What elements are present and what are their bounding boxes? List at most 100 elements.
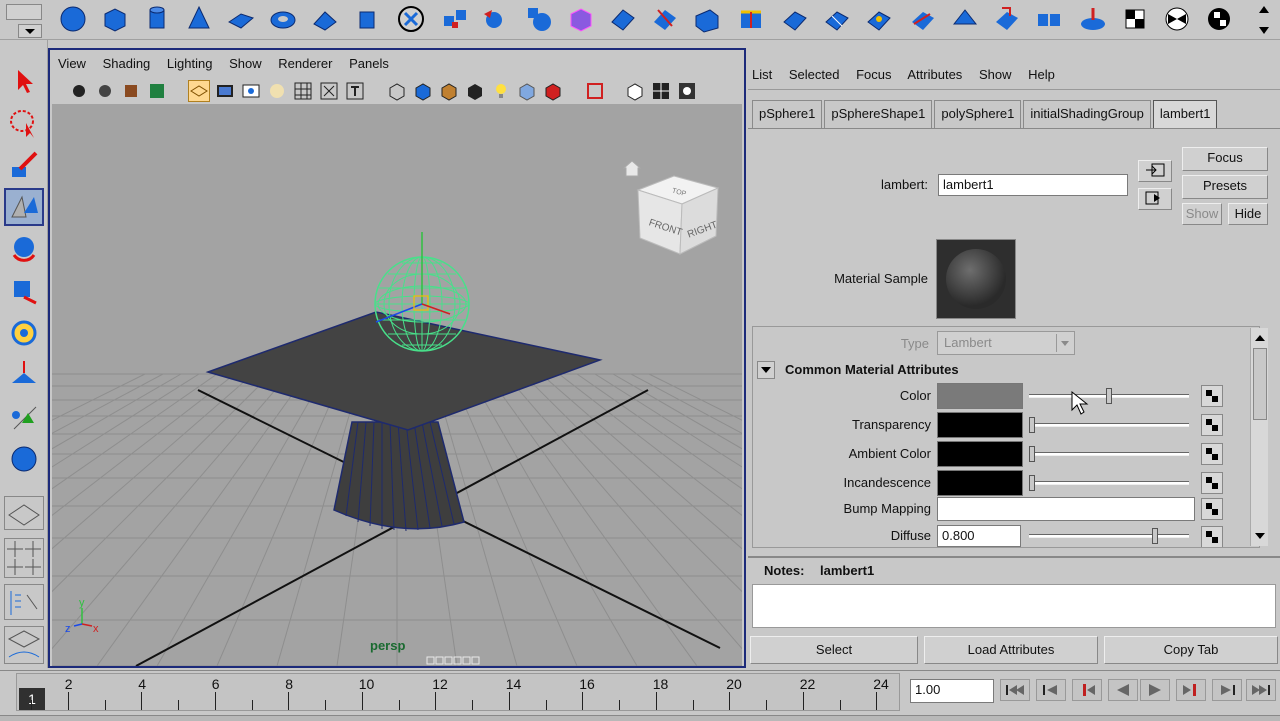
ae-menu-attributes[interactable]: Attributes [907,67,962,82]
ambient-color-slider[interactable] [1029,446,1189,462]
incandescence-map-button-icon[interactable] [1201,472,1223,494]
ae-menu-selected[interactable]: Selected [789,67,840,82]
rotate-tool-icon[interactable] [4,230,44,268]
cone-mesh[interactable] [333,421,465,532]
resolution-gate-icon[interactable] [240,80,262,102]
paint-select-icon[interactable] [4,146,44,184]
xray-icon[interactable] [516,80,538,102]
poly-cylinder-icon[interactable] [140,2,174,36]
tab-lambert1[interactable]: lambert1 [1152,100,1218,128]
sculpt-icon[interactable] [1076,2,1110,36]
viewport-menu-view[interactable]: View [58,56,86,71]
transparency-map-button-icon[interactable] [1201,414,1223,436]
safe-action-icon[interactable] [318,80,340,102]
lighting-default-icon[interactable] [464,80,486,102]
scale-tool-icon[interactable] [4,272,44,310]
incandescence-swatch[interactable] [937,470,1023,496]
poly-torus-icon[interactable] [266,2,300,36]
isolate-select-icon[interactable] [584,80,606,102]
3d-viewport[interactable]: FRONT RIGHT TOP y x z persp [52,104,742,666]
graph-layout-icon[interactable] [4,626,44,664]
notes-textarea[interactable] [752,584,1276,628]
tab-polysphere1[interactable]: polySphere1 [934,100,1022,128]
color-slider-thumb[interactable] [1106,388,1112,404]
four-pane-layout-icon[interactable] [4,538,44,578]
diffuse-map-button-icon[interactable] [1201,526,1223,547]
shelf-tab-button[interactable] [6,4,42,20]
poly-cone-icon[interactable] [182,2,216,36]
transparency-swatch[interactable] [937,412,1023,438]
single-pane-layout-icon[interactable] [4,496,44,530]
smooth-shade-icon[interactable] [412,80,434,102]
lasso-tool-icon[interactable] [4,104,44,142]
scroll-up-icon[interactable] [1251,330,1269,346]
collapse-section-icon[interactable] [757,361,775,379]
diffuse-field[interactable]: 0.800 [937,525,1021,547]
transparency-slider-thumb[interactable] [1029,417,1035,433]
grid-toggle-icon[interactable] [188,80,210,102]
extract-icon[interactable] [522,2,556,36]
go-to-end-icon[interactable] [1246,679,1276,701]
append-polygon-icon[interactable] [862,2,896,36]
soccer-ball-icon[interactable] [394,2,428,36]
select-tool-icon[interactable] [4,62,44,100]
tab-initialshadinggroup[interactable]: initialShadingGroup [1023,100,1151,128]
checker-ball-icon[interactable] [1202,2,1236,36]
viewport-menu-show[interactable]: Show [229,56,262,71]
plane-mesh[interactable] [205,311,603,431]
merge-vertices-icon[interactable] [1032,2,1066,36]
poly-pipe-icon[interactable] [350,2,384,36]
step-forward-frame-icon[interactable] [1176,679,1206,701]
focus-input-icon[interactable] [1138,160,1172,182]
separate-icon[interactable] [480,2,514,36]
ae-menu-list[interactable]: List [752,67,772,82]
go-to-start-icon[interactable] [1000,679,1030,701]
home-icon[interactable] [622,160,642,177]
time-ruler[interactable]: 1 2 4 6 8 10 12 14 16 18 20 22 24 [16,673,900,711]
checker-icon[interactable] [1118,2,1152,36]
poly-sphere-icon[interactable] [56,2,90,36]
film-gate-icon[interactable] [214,80,236,102]
range-slider-strip[interactable] [0,715,1280,721]
grid-display-icon[interactable] [650,80,672,102]
last-tool-icon[interactable] [4,440,44,478]
camera-icon[interactable] [68,80,90,102]
bevel-icon[interactable] [690,2,724,36]
extrude-edge-icon[interactable] [648,2,682,36]
transparency-slider[interactable] [1029,417,1189,433]
presets-button[interactable]: Presets [1182,175,1268,199]
incandescence-slider[interactable] [1029,475,1189,491]
checker-sphere-icon[interactable] [1160,2,1194,36]
viewport-menu-panels[interactable]: Panels [349,56,389,71]
tab-psphereshape1[interactable]: pSphereShape1 [824,100,933,128]
ae-menu-focus[interactable]: Focus [856,67,891,82]
bump-mapping-field[interactable] [937,497,1195,521]
offset-edge-loop-icon[interactable] [820,2,854,36]
show-manip-icon[interactable] [4,398,44,436]
shelf-scroll-down-icon[interactable] [1254,22,1274,38]
viewport-menu-lighting[interactable]: Lighting [167,56,213,71]
soft-mod-icon[interactable] [4,356,44,394]
hide-button[interactable]: Hide [1228,203,1268,225]
color-swatch[interactable] [937,383,1023,409]
copy-tab-button[interactable]: Copy Tab [1104,636,1278,664]
duplicate-face-icon[interactable] [990,2,1024,36]
field-chart-icon[interactable] [292,80,314,102]
focus-button[interactable]: Focus [1182,147,1268,171]
play-backward-icon[interactable] [1108,679,1138,701]
bookmark-icon[interactable] [120,80,142,102]
universal-manip-icon[interactable] [4,314,44,352]
scroll-down-icon[interactable] [1251,528,1269,544]
ambient-color-swatch[interactable] [937,441,1023,467]
poly-plane-icon[interactable] [224,2,258,36]
color-slider[interactable] [1029,388,1189,404]
incandescence-slider-thumb[interactable] [1029,475,1035,491]
split-edge-icon[interactable] [906,2,940,36]
safe-title-icon[interactable] [344,80,366,102]
poly-cube-icon[interactable] [98,2,132,36]
shelf-menu-button[interactable] [18,24,42,38]
attributes-scrollbar[interactable] [1250,328,1268,546]
step-back-frame-icon[interactable] [1072,679,1102,701]
poly-prism-icon[interactable] [308,2,342,36]
diffuse-slider-thumb[interactable] [1152,528,1158,544]
